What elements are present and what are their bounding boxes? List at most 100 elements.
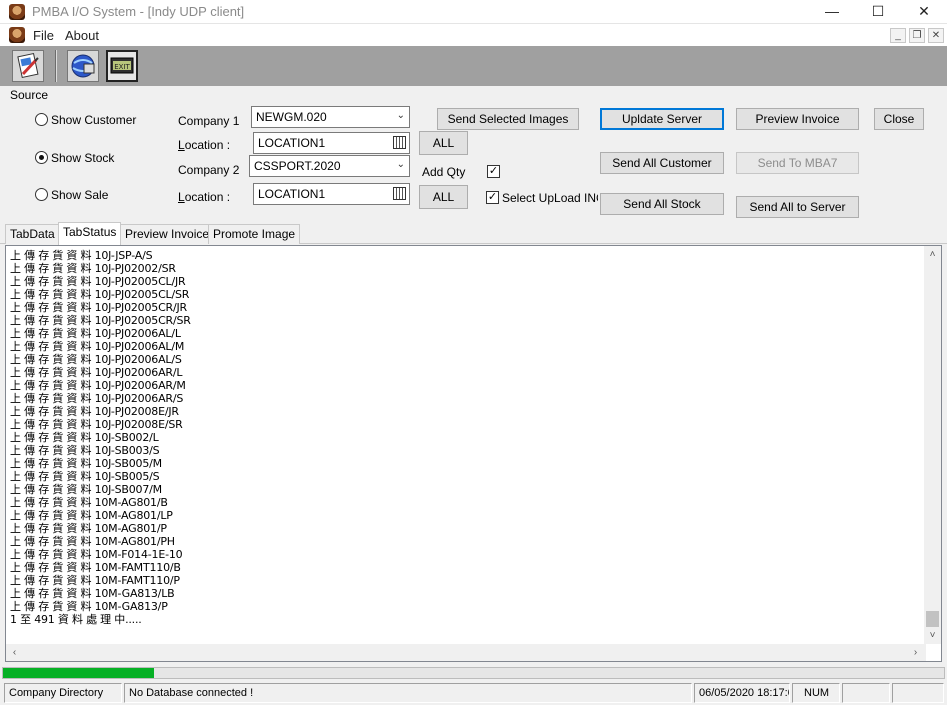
- send-all-customer-button[interactable]: Send All Customer: [600, 152, 724, 174]
- menu-file[interactable]: File: [33, 28, 54, 43]
- log-line: 上 傳 存 貨 資 料 10J-PJ02008E/SR: [10, 418, 183, 431]
- send-selected-images-button[interactable]: Send Selected Images: [437, 108, 579, 130]
- status-num-lock: NUM: [792, 683, 840, 703]
- edit-document-button[interactable]: [12, 50, 44, 82]
- progress-fill: [3, 668, 154, 678]
- select-upload-label[interactable]: Select UpLoad INGr: [502, 191, 598, 205]
- log-line: 上 傳 存 貨 資 料 10J-PJ02006AR/L: [10, 366, 183, 379]
- log-line: 上 傳 存 貨 資 料 10M-AG801/B: [10, 496, 168, 509]
- company1-label: Company 1: [178, 114, 240, 128]
- send-to-mba7-button[interactable]: Send To MBA7: [736, 152, 859, 174]
- toolbar-separator: [55, 50, 57, 82]
- all-location2-button[interactable]: ALL: [419, 185, 468, 209]
- mdi-minimize-button[interactable]: _: [890, 28, 906, 43]
- radio-show-stock[interactable]: [35, 151, 48, 164]
- menu-bar: [0, 24, 947, 46]
- select-upload-checkbox[interactable]: ✓: [486, 191, 499, 204]
- log-line: 上 傳 存 貨 資 料 10J-PJ02005CL/JR: [10, 275, 186, 288]
- scroll-up-icon[interactable]: ˄: [924, 246, 941, 263]
- log-line: 上 傳 存 貨 資 料 10J-SB007/M: [10, 483, 162, 496]
- log-line: 上 傳 存 貨 資 料 10J-PJ02008E/JR: [10, 405, 179, 418]
- location1-label: Location :: [178, 138, 231, 152]
- minimize-button[interactable]: —: [809, 0, 855, 24]
- log-line: 上 傳 存 貨 資 料 10J-SB005/M: [10, 457, 162, 470]
- log-line: 上 傳 存 貨 資 料 10J-PJ02005CR/SR: [10, 314, 191, 327]
- location2-field[interactable]: LOCATION1: [253, 183, 410, 205]
- location1-field[interactable]: LOCATION1: [253, 132, 410, 154]
- maximize-button[interactable]: ☐: [855, 0, 901, 24]
- preview-invoice-button[interactable]: Preview Invoice: [736, 108, 859, 130]
- tab-status[interactable]: TabStatus: [58, 222, 122, 245]
- all-location1-button[interactable]: ALL: [419, 131, 468, 155]
- location2-label: Location :: [178, 190, 231, 204]
- vertical-scrollbar[interactable]: ˄ ˅: [924, 246, 941, 644]
- exit-icon-label: EXIT: [114, 63, 130, 71]
- mdi-child-icon[interactable]: [9, 27, 25, 43]
- lookup-icon[interactable]: [393, 136, 406, 149]
- chevron-down-icon: ⌄: [396, 110, 405, 121]
- close-window-button[interactable]: ✕: [901, 0, 947, 24]
- add-qty-label: Add Qty: [422, 165, 466, 179]
- log-line: 上 傳 存 貨 資 料 10J-SB005/S: [10, 470, 160, 483]
- log-line: 上 傳 存 貨 資 料 10J-PJ02006AL/M: [10, 340, 185, 353]
- add-qty-checkbox[interactable]: ✓: [487, 165, 500, 178]
- network-button[interactable]: [67, 50, 99, 82]
- tab-data[interactable]: TabData: [5, 224, 60, 244]
- radio-show-sale-label[interactable]: Show Sale: [51, 188, 108, 202]
- location1-value: LOCATION1: [258, 136, 326, 150]
- app-icon[interactable]: [9, 4, 25, 20]
- update-server-button[interactable]: Upldate Server: [600, 108, 724, 130]
- radio-show-customer[interactable]: [35, 113, 48, 126]
- mdi-restore-button[interactable]: ❐: [909, 28, 925, 43]
- log-line: 上 傳 存 貨 資 料 10J-PJ02006AR/M: [10, 379, 186, 392]
- log-lines: 上 傳 存 貨 資 料 10J-JSP-A/S 上 傳 存 貨 資 料 10J-P…: [10, 249, 920, 626]
- scroll-right-icon[interactable]: ›: [907, 644, 924, 661]
- log-line: 上 傳 存 貨 資 料 10J-PJ02005CR/JR: [10, 301, 187, 314]
- status-datetime: 06/05/2020 18:17:0: [694, 683, 790, 703]
- status-log[interactable]: 上 傳 存 貨 資 料 10J-JSP-A/S 上 傳 存 貨 資 料 10J-P…: [5, 245, 942, 662]
- scroll-down-icon[interactable]: ˅: [924, 627, 941, 644]
- toolbar: [0, 46, 947, 86]
- log-line: 上 傳 存 貨 資 料 10J-PJ02006AR/S: [10, 392, 184, 405]
- log-line: 上 傳 存 貨 資 料 10M-AG801/LP: [10, 509, 173, 522]
- status-panel-6: [892, 683, 944, 703]
- log-line: 上 傳 存 貨 資 料 10J-SB002/L: [10, 431, 159, 444]
- log-line: 上 傳 存 貨 資 料 10M-GA813/P: [10, 600, 168, 613]
- log-line: 上 傳 存 貨 資 料 10J-PJ02002/SR: [10, 262, 176, 275]
- log-line: 上 傳 存 貨 資 料 10J-PJ02006AL/L: [10, 327, 181, 340]
- edit-document-icon: [17, 52, 39, 79]
- mdi-close-button[interactable]: ✕: [928, 28, 944, 43]
- send-all-to-server-button[interactable]: Send All to Server: [736, 196, 859, 218]
- log-line: 上 傳 存 貨 資 料 10J-SB003/S: [10, 444, 160, 457]
- tab-preview-invoice[interactable]: Preview Invoice: [120, 224, 215, 244]
- close-button[interactable]: Close: [874, 108, 924, 130]
- progress-bar: [2, 667, 945, 679]
- log-line: 上 傳 存 貨 資 料 10J-JSP-A/S: [10, 249, 153, 262]
- source-group-label: Source: [10, 88, 49, 102]
- location2-value: LOCATION1: [258, 187, 326, 201]
- log-line: 上 傳 存 貨 資 料 10M-FAMT110/B: [10, 561, 181, 574]
- menu-about[interactable]: About: [65, 28, 99, 43]
- scroll-thumb[interactable]: [926, 611, 939, 627]
- globe-network-icon: [71, 54, 95, 78]
- radio-show-sale[interactable]: [35, 188, 48, 201]
- log-line: 上 傳 存 貨 資 料 10J-PJ02006AL/S: [10, 353, 182, 366]
- company1-value: NEWGM.020: [256, 110, 327, 124]
- exit-icon: EXIT: [110, 57, 134, 74]
- lookup-icon[interactable]: [393, 187, 406, 200]
- scroll-left-icon[interactable]: ‹: [6, 644, 23, 661]
- company2-label: Company 2: [178, 163, 240, 177]
- radio-show-stock-label[interactable]: Show Stock: [51, 151, 114, 165]
- send-all-stock-button[interactable]: Send All Stock: [600, 193, 724, 215]
- company1-select[interactable]: NEWGM.020 ⌄: [251, 106, 410, 128]
- company2-value: CSSPORT.2020: [254, 159, 341, 173]
- log-line: 1 至 491 資 料 處 理 中.....: [10, 613, 142, 626]
- company2-select[interactable]: CSSPORT.2020 ⌄: [249, 155, 410, 177]
- radio-show-customer-label[interactable]: Show Customer: [51, 113, 136, 127]
- tab-promote-image[interactable]: Promote Image: [208, 224, 301, 244]
- horizontal-scrollbar[interactable]: ‹ ›: [6, 644, 926, 661]
- log-line: 上 傳 存 貨 資 料 10M-GA813/LB: [10, 587, 175, 600]
- exit-button[interactable]: EXIT: [106, 50, 138, 82]
- status-company-directory: Company Directory: [4, 683, 122, 703]
- log-line: 上 傳 存 貨 資 料 10M-FAMT110/P: [10, 574, 180, 587]
